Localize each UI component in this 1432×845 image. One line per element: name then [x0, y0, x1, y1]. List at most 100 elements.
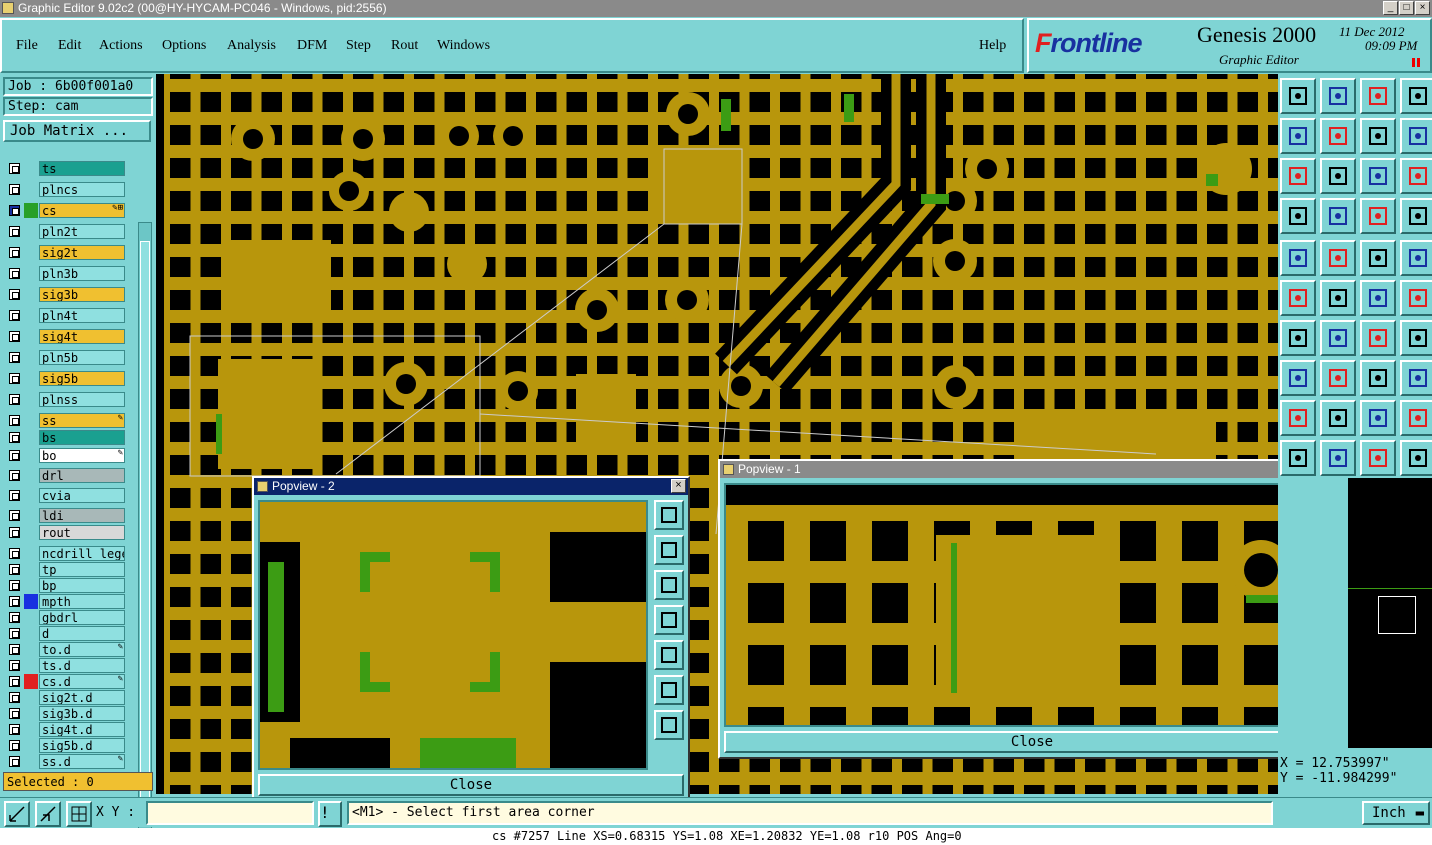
layer-name[interactable]: rout — [39, 525, 125, 540]
layer-checkbox[interactable] — [9, 676, 20, 687]
layer-checkbox[interactable] — [9, 510, 20, 521]
layer-color-swatch[interactable] — [24, 430, 38, 445]
layer-row[interactable]: bp — [5, 578, 125, 593]
grid-snap-icon[interactable] — [66, 801, 92, 827]
layer-row[interactable]: sig5b — [5, 371, 125, 386]
popview-tool-icon[interactable] — [654, 640, 684, 670]
center-icon[interactable] — [1320, 158, 1356, 194]
popview-tool-icon[interactable] — [654, 605, 684, 635]
layer-color-swatch[interactable] — [24, 392, 38, 407]
layer-color-swatch[interactable] — [24, 161, 38, 176]
layer-row[interactable]: sig3b — [5, 287, 125, 302]
layer-checkbox[interactable] — [9, 490, 20, 501]
layer-row[interactable]: to.d ✎ — [5, 642, 125, 657]
angle-icon[interactable] — [1280, 320, 1316, 356]
layer-row[interactable]: d — [5, 626, 125, 641]
layer-row[interactable]: gbdrl — [5, 610, 125, 625]
paste-icon[interactable] — [1320, 440, 1356, 476]
layer-color-swatch[interactable] — [24, 287, 38, 302]
layer-checkbox[interactable] — [9, 527, 20, 538]
layer-name[interactable]: sig4t — [39, 329, 125, 344]
layer-name[interactable]: bp — [39, 578, 125, 593]
layer-checkbox[interactable] — [9, 644, 20, 655]
layer-color-swatch[interactable] — [24, 350, 38, 365]
layer-row[interactable]: ts — [5, 161, 125, 176]
layer-checkbox[interactable] — [9, 740, 20, 751]
layer-color-swatch[interactable] — [24, 525, 38, 540]
layer-color-swatch[interactable] — [24, 308, 38, 323]
layer-color-swatch[interactable] — [24, 488, 38, 503]
layer-color-swatch[interactable] — [24, 754, 38, 769]
layer-name[interactable]: tp — [39, 562, 125, 577]
unit-selector[interactable]: Inch ▬ — [1362, 801, 1430, 825]
layer-row[interactable]: rout — [5, 525, 125, 540]
popview-2-close-button[interactable]: Close — [258, 774, 684, 796]
pad-icon[interactable] — [1400, 240, 1432, 276]
layer-color-swatch[interactable] — [24, 413, 38, 428]
help-icon[interactable] — [1400, 158, 1432, 194]
layer-checkbox[interactable] — [9, 470, 20, 481]
menu-analysis[interactable]: Analysis — [227, 38, 276, 54]
layer-name[interactable]: sig2t.d — [39, 690, 125, 705]
ruler-icon[interactable] — [1280, 198, 1316, 234]
layer-name[interactable]: sig2t — [39, 245, 125, 260]
layer-row[interactable]: pln5b — [5, 350, 125, 365]
layer-color-swatch[interactable] — [24, 266, 38, 281]
layer-row[interactable]: ncdrill_lege — [5, 546, 125, 561]
cross-icon[interactable] — [1320, 280, 1356, 316]
layer-row[interactable]: sig5b.d — [5, 738, 125, 753]
layer-checkbox[interactable] — [9, 247, 20, 258]
menu-dfm[interactable]: DFM — [297, 38, 327, 54]
layer-color-swatch[interactable] — [24, 658, 38, 673]
layer-color-swatch[interactable] — [24, 546, 38, 561]
measure-icon[interactable] — [35, 801, 61, 827]
layer-name[interactable]: pln3b — [39, 266, 125, 281]
layer-color-swatch[interactable] — [24, 245, 38, 260]
layer-checkbox[interactable] — [9, 205, 20, 216]
popview-2-canvas[interactable] — [258, 500, 648, 770]
layer-checkbox[interactable] — [9, 184, 20, 195]
menu-options[interactable]: Options — [162, 38, 206, 54]
layer-color-swatch[interactable] — [24, 468, 38, 483]
layer-color-swatch[interactable] — [24, 706, 38, 721]
add-pad-icon[interactable] — [1280, 240, 1316, 276]
layer-checkbox[interactable] — [9, 708, 20, 719]
layer-checkbox[interactable] — [9, 331, 20, 342]
layer-checkbox[interactable] — [9, 394, 20, 405]
rotate-icon[interactable] — [1360, 320, 1396, 356]
house-icon[interactable] — [1360, 78, 1396, 114]
layer-row[interactable]: ss ✎ — [5, 413, 125, 428]
warning-button[interactable]: ! — [318, 801, 342, 827]
split-icon[interactable] — [1320, 360, 1356, 396]
select-icon[interactable] — [1360, 440, 1396, 476]
layer-row[interactable]: sig4t.d — [5, 722, 125, 737]
layer-color-swatch[interactable] — [24, 562, 38, 577]
layer-name[interactable]: ts — [39, 161, 125, 176]
layer-checkbox[interactable] — [9, 596, 20, 607]
layer-row[interactable]: sig2t — [5, 245, 125, 260]
mirror-icon[interactable] — [1360, 400, 1396, 436]
layer-checkbox[interactable] — [9, 163, 20, 174]
layer-name[interactable]: drl — [39, 468, 125, 483]
layer-checkbox[interactable] — [9, 660, 20, 671]
layer-checkbox[interactable] — [9, 548, 20, 559]
layer-checkbox[interactable] — [9, 628, 20, 639]
layer-name[interactable]: pln4t — [39, 308, 125, 323]
popview-2-close-icon[interactable]: × — [671, 479, 686, 493]
slant-icon[interactable] — [1320, 320, 1356, 356]
layer-name[interactable]: bs — [39, 430, 125, 445]
ratio-icon[interactable] — [1360, 158, 1396, 194]
layer-row[interactable]: pln3b — [5, 266, 125, 281]
text-icon[interactable] — [1400, 320, 1432, 356]
layer-checkbox[interactable] — [9, 450, 20, 461]
popview-1-titlebar[interactable]: Popview - 1 × — [720, 461, 1344, 478]
copy-icon[interactable] — [1280, 440, 1316, 476]
layer-checkbox[interactable] — [9, 373, 20, 384]
layer-name[interactable]: sig4t.d — [39, 722, 125, 737]
layer-name[interactable]: ss — [39, 413, 125, 428]
layer-row[interactable]: bs — [5, 430, 125, 445]
window-icon[interactable] — [1400, 78, 1432, 114]
measure-icon[interactable] — [1360, 240, 1396, 276]
pan-icon[interactable] — [1360, 118, 1396, 154]
layer-color-swatch[interactable] — [24, 722, 38, 737]
